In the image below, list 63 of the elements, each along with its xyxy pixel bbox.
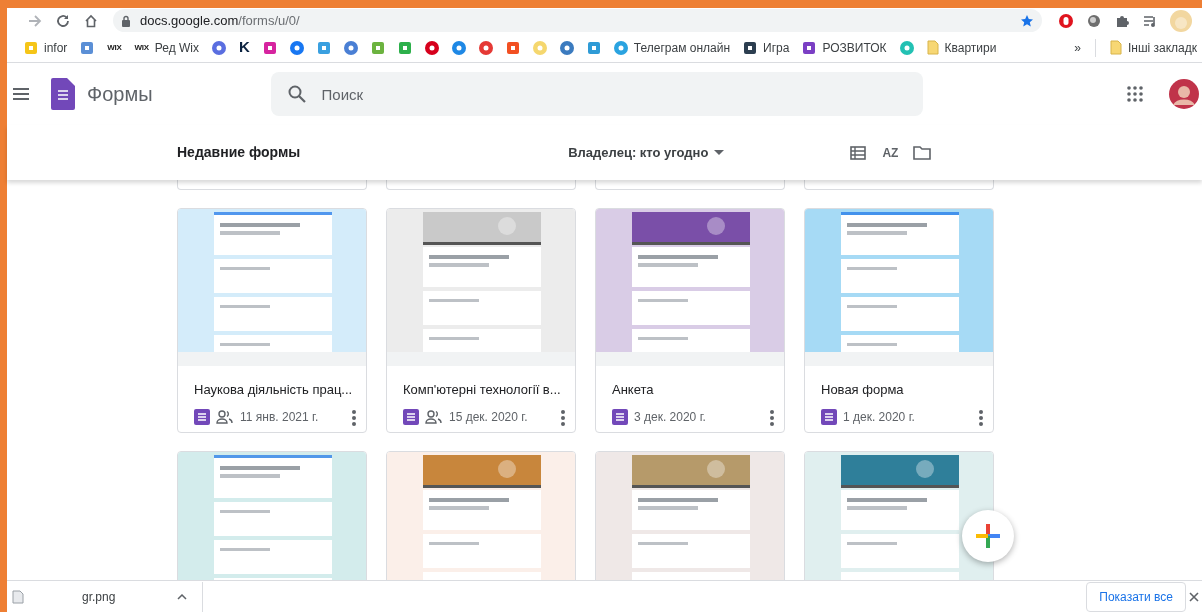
bookmark-link[interactable]: WIX Ред Wix <box>129 35 204 60</box>
forward-icon <box>28 13 42 28</box>
search-icon <box>287 85 306 103</box>
folder-icon <box>913 145 932 160</box>
lock-icon <box>121 14 131 27</box>
circle-extension-icon <box>1086 12 1102 29</box>
menu-icon <box>13 88 29 100</box>
list-view-icon <box>850 145 867 160</box>
site-logo: K <box>239 37 250 58</box>
file-icon <box>12 589 24 604</box>
home-icon <box>84 13 98 28</box>
forms-icon <box>821 408 837 425</box>
bookmark-link[interactable]: РОЗВИТОК <box>797 35 892 60</box>
form-date: 3 дек. 2020 г. <box>634 408 706 426</box>
forms-icon <box>612 408 628 425</box>
form-card[interactable]: Комп'ютерні технології в... 15 дек. 2020 г. <box>386 208 576 433</box>
bookmark-icon-link[interactable]: K <box>234 33 255 62</box>
bookmark-star-icon[interactable] <box>1020 13 1034 28</box>
apps-grid-icon[interactable] <box>1126 86 1143 102</box>
kebab-icon <box>979 409 983 426</box>
form-date: 11 янв. 2021 г. <box>240 408 319 426</box>
form-title: Анкета <box>612 382 655 399</box>
kebab-icon <box>770 409 774 426</box>
forms-logo-icon[interactable] <box>51 78 75 110</box>
form-card[interactable]: Новая форма 1 дек. 2020 г. <box>804 208 994 433</box>
bookmark-icon-link[interactable]: WIX <box>102 38 127 57</box>
download-item[interactable]: gr.png <box>7 584 192 609</box>
sort-button[interactable]: AZ <box>882 141 899 164</box>
more-bookmarks-button[interactable]: » <box>1069 35 1086 60</box>
caret-icon <box>714 150 725 155</box>
form-date: 1 дек. 2020 г. <box>843 408 915 426</box>
kebab-icon <box>561 409 565 426</box>
section-title: Недавние формы <box>177 143 301 162</box>
forms-icon <box>403 408 419 425</box>
plus-icon <box>976 524 1000 548</box>
bookmark-link[interactable]: Квартири <box>921 35 1002 60</box>
app-title: Формы <box>87 82 153 107</box>
other-bookmarks-link[interactable]: Інші закладк <box>1104 35 1202 60</box>
folder-icon <box>1109 40 1122 55</box>
form-title: Комп'ютерні технології в... <box>403 382 562 399</box>
close-icon <box>1189 591 1199 602</box>
opera-extension-icon <box>1058 12 1074 29</box>
kebab-icon <box>352 409 356 426</box>
search-field[interactable]: Поиск <box>270 72 923 116</box>
form-card[interactable]: Наукова діяльність прац... 11 янв. 2021 г. <box>177 208 367 433</box>
bookmark-link[interactable]: infor <box>19 35 73 60</box>
site-logo: WIX <box>107 41 122 54</box>
form-title: Новая форма <box>821 382 905 399</box>
caret-up-icon <box>177 593 187 600</box>
form-card[interactable]: Анкета 3 дек. 2020 г. <box>595 208 785 433</box>
bookmark-link[interactable]: Игра <box>738 35 795 60</box>
address-bar[interactable]: docs.google.com/forms/u/0/ <box>113 9 1042 32</box>
form-title: Наукова діяльність прац... <box>194 382 354 399</box>
forms-icon <box>194 408 210 425</box>
account-avatar[interactable] <box>1168 79 1199 109</box>
site-logo: WIX <box>134 41 149 54</box>
form-date: 15 дек. 2020 г. <box>449 408 528 426</box>
reload-icon <box>56 13 70 28</box>
url-text: docs.google.com/forms/u/0/ <box>140 11 300 30</box>
show-all-button[interactable]: Показати все <box>1086 581 1186 612</box>
owner-filter-dropdown[interactable]: Владелец: кто угодно <box>568 142 725 163</box>
bookmark-link[interactable]: Телеграм онлайн <box>608 35 736 60</box>
create-form-button[interactable] <box>962 510 1014 562</box>
